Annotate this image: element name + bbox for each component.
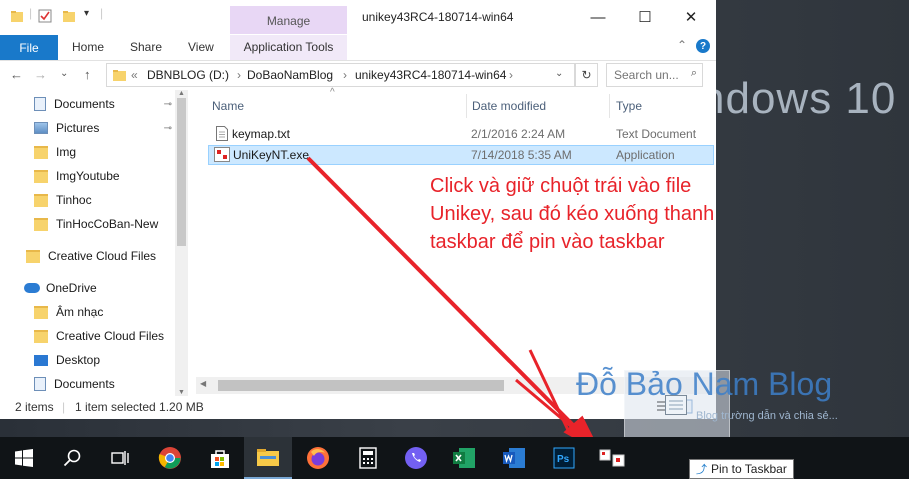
taskbar-word[interactable]: [490, 437, 538, 479]
calculator-icon: [359, 447, 377, 469]
taskbar-unikey-drop[interactable]: [588, 437, 636, 479]
store-icon: [211, 450, 229, 468]
pin-to-taskbar-tooltip: ⤴ Pin to Taskbar: [689, 459, 794, 479]
firefox-icon: [307, 447, 329, 469]
taskbar-calculator[interactable]: [344, 437, 392, 479]
photoshop-icon: Ps: [553, 447, 575, 469]
drag-arrow: [306, 156, 602, 454]
svg-text:Ps: Ps: [557, 454, 570, 465]
viber-icon: [405, 447, 427, 469]
chrome-icon: [158, 447, 181, 469]
taskbar-viber[interactable]: [392, 437, 440, 479]
search-icon: [63, 449, 81, 467]
taskbar-excel[interactable]: [440, 437, 488, 479]
unikey-drag-icon: [599, 449, 625, 467]
file-explorer-icon: [257, 449, 279, 466]
link-arrow-icon: ⤴: [696, 464, 707, 476]
search-button[interactable]: [48, 437, 96, 479]
word-icon: [503, 448, 525, 468]
excel-icon: [453, 448, 475, 468]
taskbar-firefox[interactable]: [294, 437, 342, 479]
taskbar-photoshop[interactable]: Ps: [540, 437, 588, 479]
taskbar-store[interactable]: [196, 437, 244, 479]
task-view-button[interactable]: [96, 437, 144, 479]
taskbar-chrome[interactable]: [146, 437, 194, 479]
task-view-icon: [111, 451, 129, 465]
taskbar-file-explorer[interactable]: [244, 437, 292, 479]
start-icon: [15, 449, 33, 467]
start-button[interactable]: [0, 437, 48, 479]
